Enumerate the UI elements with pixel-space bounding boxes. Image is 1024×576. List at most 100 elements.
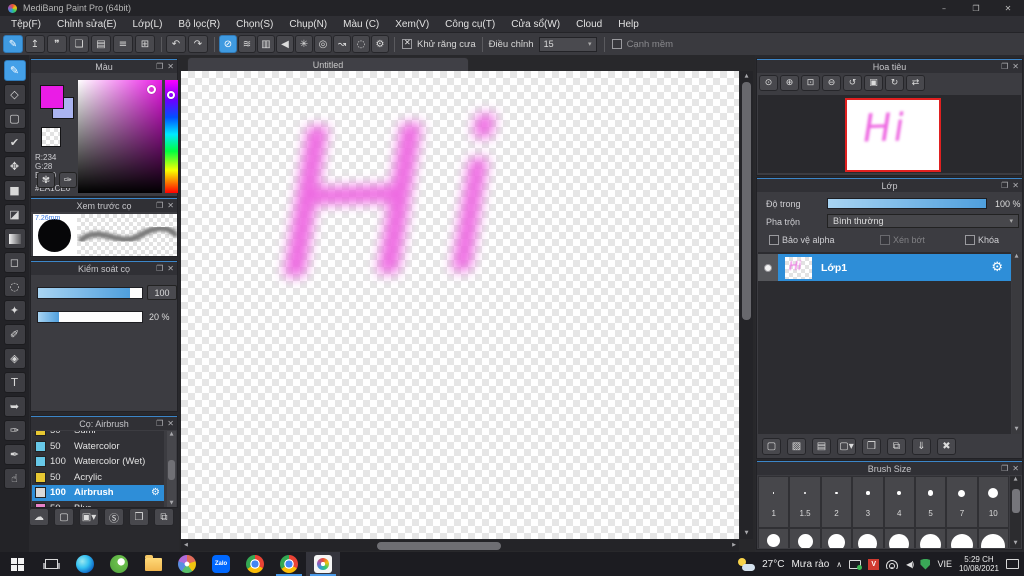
brush-size-option[interactable]: 2 bbox=[820, 476, 853, 528]
fit-window-button[interactable]: ⊡ bbox=[801, 75, 820, 91]
redo-button[interactable]: ↷ bbox=[188, 35, 208, 53]
zoom-in-button[interactable]: ⊕ bbox=[780, 75, 799, 91]
brush-opacity-slider[interactable] bbox=[37, 311, 143, 323]
display-tray-icon[interactable] bbox=[849, 559, 863, 570]
popout-icon[interactable]: ❐ bbox=[156, 201, 163, 210]
taskbar-app-coccoc[interactable] bbox=[102, 552, 136, 576]
menu-item[interactable]: Màu (C) bbox=[335, 16, 387, 33]
text-tool[interactable]: T bbox=[3, 372, 26, 393]
clipping-checkbox[interactable] bbox=[880, 235, 890, 245]
brush-folder-button[interactable]: ❒ bbox=[129, 508, 149, 526]
horizontal-scroll-thumb[interactable] bbox=[377, 541, 501, 550]
actual-size-button[interactable]: ⊙ bbox=[759, 75, 778, 91]
navigator-thumbnail[interactable]: Hi bbox=[845, 98, 941, 172]
brush-size-option[interactable]: 1.5 bbox=[789, 476, 821, 528]
weather-icon[interactable] bbox=[738, 557, 756, 571]
gradient-tool[interactable] bbox=[3, 228, 26, 249]
antialias-checkbox[interactable] bbox=[402, 38, 412, 49]
menu-item[interactable]: Help bbox=[610, 16, 647, 33]
brush-size-option[interactable]: 3 bbox=[852, 476, 884, 528]
polyline-tool[interactable]: ✔ bbox=[3, 132, 26, 153]
canvas-viewport[interactable]: Hi bbox=[181, 71, 739, 539]
protect-alpha-checkbox[interactable] bbox=[769, 235, 779, 245]
palette-icon[interactable]: ✾ bbox=[37, 172, 55, 188]
Airbrush[interactable]: 100 Airbrush ⚙ bbox=[32, 485, 164, 501]
close-icon[interactable]: ✕ bbox=[167, 201, 174, 210]
layer-settings-icon[interactable]: ⚙ bbox=[991, 260, 1003, 275]
popout-icon[interactable]: ❐ bbox=[156, 62, 163, 71]
object-select-tool[interactable]: ➥ bbox=[3, 396, 26, 417]
wifi-icon[interactable] bbox=[886, 559, 899, 569]
ellipse-snap-button[interactable]: ◌ bbox=[352, 35, 370, 53]
merge-layer-button[interactable]: ⇓ bbox=[912, 438, 931, 455]
taskbar-app-zalo[interactable]: Zalo bbox=[204, 552, 238, 576]
brush-size-option[interactable]: 1 bbox=[758, 476, 790, 528]
cloud-brush-button[interactable]: ☁ bbox=[29, 508, 49, 526]
correction-select[interactable]: 15 ▾ bbox=[538, 36, 597, 52]
close-icon[interactable]: ✕ bbox=[1012, 62, 1019, 71]
minimize-button[interactable]: – bbox=[928, 0, 960, 16]
taskbar-app-medibang[interactable] bbox=[306, 552, 340, 576]
defender-shield-icon[interactable] bbox=[920, 558, 931, 570]
taskbar-app-paint[interactable] bbox=[170, 552, 204, 576]
brush-size-option[interactable] bbox=[789, 528, 821, 548]
Sumi[interactable]: 50 Sumi ⚙ bbox=[32, 431, 164, 439]
curve-snap-button[interactable]: ↝ bbox=[333, 35, 351, 53]
add-layer-menu-button[interactable]: ▢▾ bbox=[837, 438, 856, 455]
brush-size-slider[interactable] bbox=[37, 287, 143, 299]
horizontal-scrollbar[interactable]: ◀ ▶ bbox=[181, 540, 739, 551]
menu-item[interactable]: Chỉnh sửa(E) bbox=[49, 16, 125, 33]
shape-frame-tool[interactable]: ▢ bbox=[3, 108, 26, 129]
brush-size-option[interactable]: 4 bbox=[883, 476, 915, 528]
language-indicator[interactable]: VIE bbox=[937, 559, 952, 569]
visibility-dot-icon[interactable] bbox=[764, 263, 772, 272]
brush-size-option[interactable] bbox=[946, 528, 978, 548]
brush-size-value[interactable]: 100 bbox=[147, 285, 177, 300]
rotate-cw-button[interactable]: ↻ bbox=[885, 75, 904, 91]
concentric-snap-button[interactable]: ◎ bbox=[314, 35, 332, 53]
speaker-icon[interactable]: ◀) bbox=[906, 560, 914, 569]
chat-button[interactable]: ❏ bbox=[69, 35, 89, 53]
saturation-value-picker[interactable] bbox=[78, 80, 162, 193]
Watercolor (Wet)[interactable]: 100 Watercolor (Wet) ⚙ bbox=[32, 454, 164, 470]
start-button[interactable] bbox=[0, 552, 34, 576]
hand-tool[interactable]: ☝ bbox=[3, 468, 26, 489]
transparent-color-swatch[interactable] bbox=[41, 127, 61, 147]
scroll-left-arrow[interactable]: ◀ bbox=[184, 542, 188, 549]
Watercolor[interactable]: 50 Watercolor ⚙ bbox=[32, 439, 164, 455]
popout-icon[interactable]: ❐ bbox=[1001, 62, 1008, 71]
brush-size-option[interactable] bbox=[820, 528, 853, 548]
menu-item[interactable]: Chọn(S) bbox=[228, 16, 281, 33]
brush-size-option[interactable] bbox=[883, 528, 915, 548]
add-brush-button[interactable]: ▢ bbox=[54, 508, 74, 526]
weather-description[interactable]: Mưa rào bbox=[791, 559, 829, 570]
vlc-tray-icon[interactable]: V bbox=[868, 558, 880, 570]
sv-marker[interactable] bbox=[147, 85, 156, 94]
popout-icon[interactable]: ❐ bbox=[1001, 464, 1008, 473]
close-icon[interactable]: ✕ bbox=[167, 419, 174, 428]
menu-item[interactable]: Cloud bbox=[568, 16, 610, 33]
foreground-color-swatch[interactable] bbox=[40, 85, 64, 109]
brush-tool[interactable]: ✎ bbox=[3, 60, 26, 81]
select-eraser-tool[interactable]: ◈ bbox=[3, 348, 26, 369]
new-1bit-layer-button[interactable]: ▤ bbox=[812, 438, 831, 455]
document-button[interactable]: ▤ bbox=[91, 35, 111, 53]
weather-temperature[interactable]: 27°C bbox=[762, 559, 784, 570]
menu-item[interactable]: Chụp(N) bbox=[281, 16, 335, 33]
lock-checkbox[interactable] bbox=[965, 235, 975, 245]
cross-snap-button[interactable]: ▥ bbox=[257, 35, 275, 53]
action-center-icon[interactable] bbox=[1006, 559, 1019, 569]
popout-icon[interactable]: ❐ bbox=[1001, 181, 1008, 190]
brush-size-option[interactable] bbox=[977, 528, 1009, 548]
bucket-tool[interactable]: ◪ bbox=[3, 204, 26, 225]
scroll-up-arrow[interactable]: ▲ bbox=[745, 73, 749, 80]
close-icon[interactable]: ✕ bbox=[167, 264, 174, 273]
brush-mode-button[interactable]: ✎ bbox=[3, 35, 23, 53]
grid-settings-button[interactable]: ⊞ bbox=[135, 35, 155, 53]
brush-size-option[interactable] bbox=[758, 528, 790, 548]
new-layer-button[interactable]: ▢ bbox=[762, 438, 781, 455]
snap-off-button[interactable]: ⊘ bbox=[219, 35, 237, 53]
tray-expand-chevron[interactable]: ∧ bbox=[836, 560, 842, 569]
new-folder-button[interactable]: ❒ bbox=[862, 438, 881, 455]
maximize-button[interactable]: ❐ bbox=[960, 0, 992, 16]
